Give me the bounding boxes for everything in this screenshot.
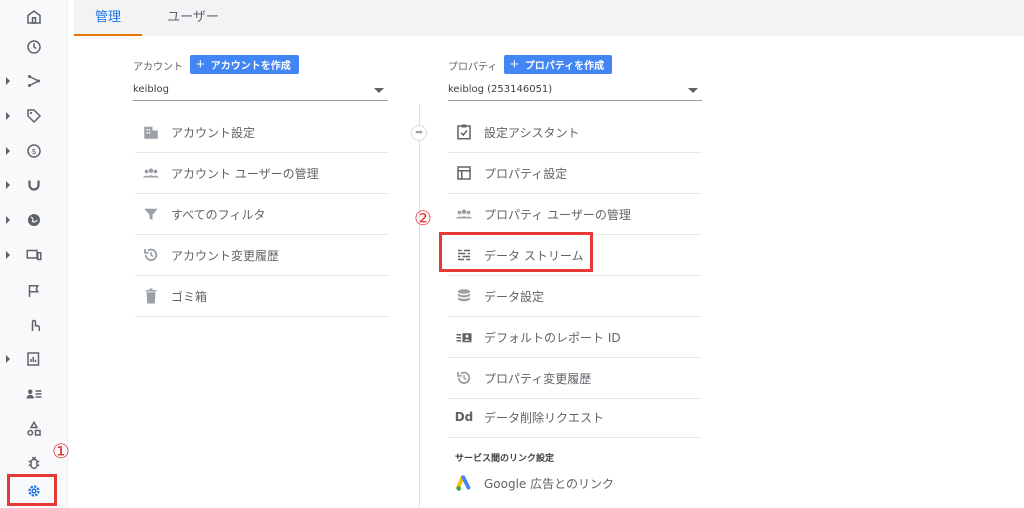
- history-icon: [141, 245, 161, 265]
- tag-icon: [27, 109, 42, 124]
- menu-label: Google 広告とのリンク: [484, 477, 615, 491]
- nav-explore[interactable]: [0, 342, 68, 376]
- flag-icon: [28, 285, 39, 297]
- create-account-button[interactable]: + アカウントを作成: [190, 55, 299, 74]
- dd-icon: Dd: [454, 407, 474, 427]
- property-selected: keiblog (253146051): [448, 84, 553, 95]
- menu-label: デフォルトのレポート ID: [484, 330, 621, 345]
- people-icon: [454, 204, 474, 224]
- layout-icon: [454, 163, 474, 183]
- account-selected: keiblog: [133, 84, 169, 95]
- nav-retention[interactable]: [0, 168, 68, 202]
- caret-icon: [6, 112, 10, 120]
- history-icon: [454, 368, 474, 388]
- database-icon: [454, 286, 474, 306]
- nav-events[interactable]: [0, 274, 68, 308]
- nav-realtime[interactable]: [0, 30, 68, 64]
- column-divider: [419, 104, 420, 507]
- building-icon: [141, 122, 161, 142]
- nav-tech[interactable]: [0, 238, 68, 272]
- nav-monetization[interactable]: $: [0, 134, 68, 168]
- checklist-icon: [454, 122, 474, 142]
- home-icon: [27, 10, 41, 24]
- menu-google-ads-link[interactable]: Google 広告とのリンク: [448, 463, 702, 504]
- report-id-icon: [454, 327, 474, 347]
- create-property-button[interactable]: + プロパティを作成: [504, 55, 613, 74]
- devices-icon: [26, 249, 42, 261]
- menu-label: データ削除リクエスト: [484, 410, 605, 425]
- caret-icon: [6, 216, 10, 224]
- menu-property-settings[interactable]: プロパティ設定: [448, 153, 702, 194]
- dd-text: Dd: [454, 410, 474, 424]
- menu-default-report-id[interactable]: デフォルトのレポート ID: [448, 317, 702, 358]
- nav-demographics[interactable]: [0, 203, 68, 237]
- filter-icon: [141, 204, 161, 224]
- caret-icon: [6, 77, 10, 85]
- user-list-icon: [26, 389, 42, 399]
- account-selector[interactable]: keiblog: [133, 79, 388, 101]
- magnet-icon: [28, 180, 40, 191]
- menu-label: ゴミ箱: [171, 289, 208, 304]
- nav-audiences[interactable]: [0, 377, 68, 411]
- tab-bar: 管理 ユーザー: [74, 0, 1024, 36]
- people-icon: [141, 163, 161, 183]
- nav-home[interactable]: [0, 0, 68, 34]
- arrow-right-icon: ➡: [411, 125, 427, 141]
- menu-property-users[interactable]: プロパティ ユーザーの管理: [448, 194, 702, 235]
- create-account-label: アカウントを作成: [210, 61, 291, 72]
- nav-conversions[interactable]: [0, 308, 68, 342]
- menu-label: アカウント ユーザーの管理: [171, 166, 319, 181]
- menu-account-users[interactable]: アカウント ユーザーの管理: [135, 153, 389, 194]
- menu-label: プロパティ ユーザーの管理: [484, 207, 631, 222]
- menu-label: プロパティ設定: [484, 166, 568, 181]
- clock-icon: [27, 40, 41, 54]
- dropdown-arrow-icon: [374, 88, 384, 93]
- annotation-2: ②: [414, 206, 432, 230]
- property-selector[interactable]: keiblog (253146051): [448, 79, 702, 101]
- highlight-data-streams: [439, 232, 593, 272]
- caret-icon: [6, 181, 10, 189]
- dropdown-arrow-icon: [688, 88, 698, 93]
- menu-label: データ設定: [484, 289, 545, 304]
- google-ads-icon: [454, 474, 474, 494]
- touch-icon: [31, 319, 40, 331]
- analytics-icon: [27, 352, 40, 366]
- menu-label: 設定アシスタント: [484, 125, 580, 140]
- property-label: プロパティ: [448, 62, 498, 73]
- menu-data-settings[interactable]: データ設定: [448, 276, 702, 317]
- caret-icon: [6, 251, 10, 259]
- menu-label: アカウント設定: [171, 125, 256, 140]
- highlight-admin: [7, 474, 57, 506]
- globe-icon: [28, 214, 40, 226]
- menu-trash[interactable]: ゴミ箱: [135, 276, 389, 317]
- caret-icon: [6, 355, 10, 363]
- trash-icon: [141, 286, 161, 306]
- create-property-label: プロパティを作成: [524, 61, 605, 72]
- tab-admin[interactable]: 管理: [74, 0, 142, 36]
- menu-label: アカウント変更履歴: [171, 248, 280, 263]
- dollar-icon: $: [27, 144, 41, 158]
- menu-property-history[interactable]: プロパティ変更履歴: [448, 358, 702, 399]
- tab-user[interactable]: ユーザー: [158, 0, 228, 36]
- menu-setup-assistant[interactable]: 設定アシスタント: [448, 112, 702, 153]
- left-nav: $: [0, 0, 68, 507]
- shapes-icon: [27, 420, 41, 436]
- menu-label: プロパティ変更履歴: [484, 371, 592, 386]
- account-label: アカウント: [133, 62, 183, 73]
- caret-icon: [6, 147, 10, 155]
- nav-tags[interactable]: [0, 99, 68, 133]
- menu-data-deletion[interactable]: Dd データ削除リクエスト: [448, 397, 702, 438]
- nav-lifecycle[interactable]: [0, 64, 68, 98]
- bug-icon: [28, 456, 40, 469]
- annotation-1: ①: [52, 439, 70, 463]
- menu-all-filters[interactable]: すべてのフィルタ: [135, 194, 389, 235]
- plus-icon: +: [510, 56, 519, 73]
- svg-text:$: $: [31, 146, 36, 156]
- menu-account-history[interactable]: アカウント変更履歴: [135, 235, 389, 276]
- menu-label: すべてのフィルタ: [171, 207, 266, 222]
- branch-icon: [28, 75, 41, 87]
- plus-icon: +: [196, 56, 205, 73]
- menu-account-settings[interactable]: アカウント設定: [135, 112, 389, 153]
